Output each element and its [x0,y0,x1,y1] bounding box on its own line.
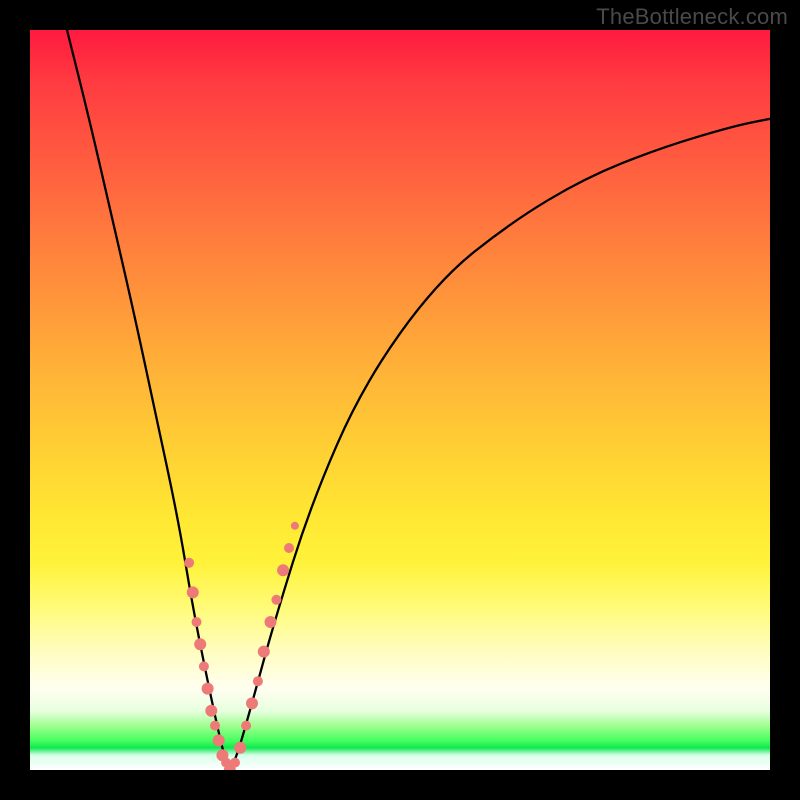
data-marker [202,683,214,695]
marker-group [184,522,299,770]
data-marker [192,617,202,627]
data-marker [258,646,270,658]
watermark-text: TheBottleneck.com [596,4,788,30]
curve-svg [30,30,770,770]
data-marker [230,758,240,768]
data-marker [284,543,294,553]
chart-frame: TheBottleneck.com [0,0,800,800]
data-marker [205,705,217,717]
data-marker [291,522,299,530]
data-marker [246,697,258,709]
data-marker [194,638,206,650]
data-marker [210,721,220,731]
data-marker [234,742,246,754]
data-marker [241,721,251,731]
plot-area [30,30,770,770]
data-marker [265,616,277,628]
data-marker [271,595,281,605]
data-marker [184,558,194,568]
data-marker [213,734,225,746]
bottleneck-curve [67,30,770,768]
data-marker [253,676,263,686]
data-marker [277,564,289,576]
data-marker [187,586,199,598]
data-marker [199,661,209,671]
